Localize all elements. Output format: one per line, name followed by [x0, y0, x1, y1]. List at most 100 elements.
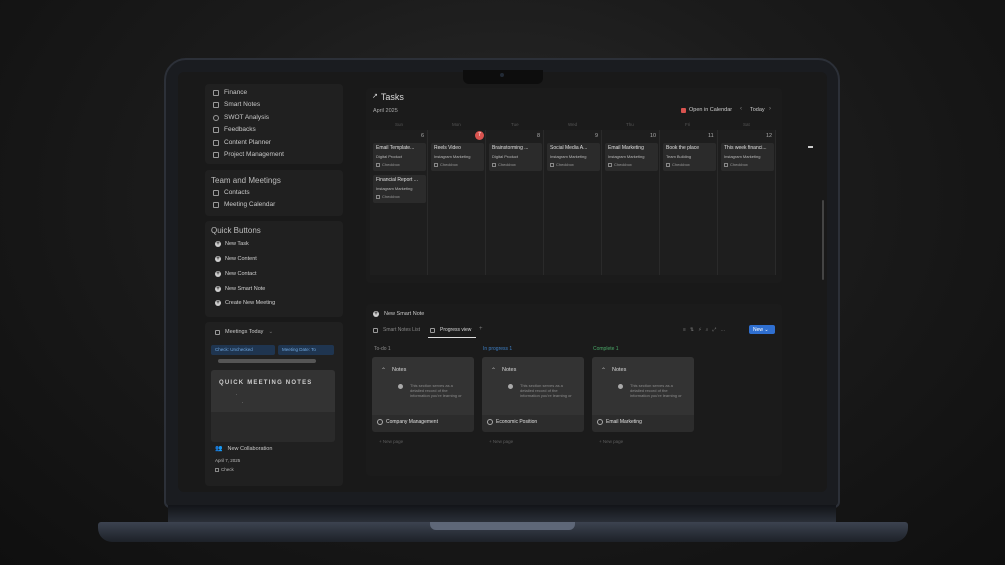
day-number: 12 — [766, 133, 773, 139]
kanban-card[interactable]: ⌃ Notes This section serves as a detaile… — [482, 357, 584, 432]
calendar-event[interactable]: Book the place Team Building Checkbox — [663, 143, 716, 171]
column-label: Complete — [593, 346, 615, 352]
chevron-right-icon[interactable]: › — [769, 106, 771, 112]
add-view-icon[interactable]: + — [479, 326, 483, 332]
event-checkbox[interactable]: Checkbox — [724, 162, 771, 167]
column-count: 1 — [615, 346, 619, 352]
new-task-button[interactable]: + New Task — [215, 241, 249, 247]
event-title: Reels Video — [434, 145, 461, 151]
kanban-card[interactable]: ⌃ Notes This section serves as a detaile… — [592, 357, 694, 432]
tab-label: Progress view — [440, 327, 472, 333]
open-in-calendar-button[interactable]: Open in Calendar — [681, 107, 732, 113]
card-title: Economic Position — [496, 419, 538, 425]
button-label: New Smart Note — [225, 286, 266, 292]
outline-marker — [808, 146, 813, 148]
event-checkbox[interactable]: Checkbox — [550, 162, 597, 167]
sidebar-item-finance[interactable]: Finance — [213, 89, 247, 96]
view-label: Meetings Today — [225, 329, 264, 335]
column-complete-header: Complete 1 — [593, 346, 619, 352]
event-title: Brainstorming ... — [492, 145, 529, 151]
calendar-event[interactable]: Email Template... Digital Product Checkb… — [373, 143, 426, 171]
sidebar-item-contacts[interactable]: Contacts — [213, 189, 250, 196]
plus-icon: + — [215, 300, 221, 306]
note-bullet: . — [236, 391, 238, 397]
calendar-event[interactable]: Brainstorming ... Digital Product Checkb… — [489, 143, 542, 171]
page-scrollbar[interactable] — [822, 200, 824, 280]
new-smart-note-link[interactable]: + New Smart Note — [373, 311, 424, 317]
meeting-item-title[interactable]: 👥 New Collaboration — [215, 445, 273, 453]
event-checkbox[interactable]: Checkbox — [666, 162, 713, 167]
calendar-event[interactable]: Financial Report ... Instagram Marketing… — [373, 175, 426, 203]
event-tag: Instagram Marketing — [608, 154, 645, 159]
page-icon — [377, 419, 383, 425]
meeting-title-text: New Collaboration — [227, 445, 273, 452]
checkbox-label: Checkbox — [672, 162, 690, 167]
scrollbar[interactable] — [218, 359, 316, 363]
calendar-event[interactable]: Social Media A... Instagram Marketing Ch… — [547, 143, 600, 171]
chevron-up-icon: ⌃ — [491, 368, 497, 374]
laptop-hinge — [168, 505, 836, 522]
sidebar-item-label: Feedbacks — [224, 126, 256, 133]
new-entry-button[interactable]: New ⌄ — [749, 325, 775, 334]
event-checkbox[interactable]: Checkbox — [434, 162, 481, 167]
new-page-button[interactable]: + New page — [489, 439, 513, 444]
today-button[interactable]: Today — [750, 107, 765, 113]
day-number: 11 — [708, 133, 714, 139]
checkbox-icon — [492, 162, 496, 167]
card-title: Company Management — [386, 419, 438, 425]
create-new-meeting-button[interactable]: + Create New Meeting — [215, 300, 275, 306]
day-number: 6 — [421, 133, 425, 139]
new-content-button[interactable]: + New Content — [215, 256, 257, 262]
new-contact-button[interactable]: + New Contact — [215, 271, 257, 277]
arrow-link-icon: ↗ — [372, 93, 378, 100]
calendar-event[interactable]: Email Marketing Instagram Marketing Chec… — [605, 143, 658, 171]
chevron-left-icon[interactable]: ‹ — [740, 106, 742, 112]
event-checkbox[interactable]: Checkbox — [376, 162, 423, 167]
event-checkbox[interactable]: Checkbox — [492, 162, 539, 167]
filter-date-chip[interactable]: Meeting Date: To — [278, 345, 334, 355]
weekday-label: Wed — [568, 122, 578, 127]
kanban-card[interactable]: ⌃ Notes This section serves as a detaile… — [372, 357, 474, 432]
note-bullet: . — [242, 399, 244, 405]
sidebar-item-smart-notes[interactable]: Smart Notes — [213, 101, 260, 108]
info-icon — [508, 384, 513, 389]
sidebar-item-project-management[interactable]: Project Management — [213, 151, 284, 158]
view-toolbar-icons[interactable]: ≡⇅⚡⌕⤢… — [683, 327, 729, 333]
list-icon — [213, 151, 219, 158]
new-page-button[interactable]: + New page — [379, 439, 403, 444]
column-count: 1 — [387, 346, 391, 352]
meeting-checkbox[interactable]: Check — [215, 467, 234, 472]
tab-progress-view[interactable]: Progress view — [430, 327, 471, 333]
event-checkbox[interactable]: Checkbox — [376, 194, 423, 199]
sidebar-item-content-planner[interactable]: Content Planner — [213, 139, 271, 146]
calendar-event[interactable]: Reels Video Instagram Marketing Checkbox — [431, 143, 484, 171]
column-label: To-do — [374, 346, 387, 352]
weekday-label: Sun — [395, 122, 404, 127]
new-smart-note-button[interactable]: + New Smart Note — [215, 286, 265, 292]
column-in-progress-header: In progress 1 — [483, 346, 512, 352]
sidebar-item-swot[interactable]: SWOT Analysis — [213, 114, 269, 121]
laptop-groove — [430, 522, 575, 530]
checkbox-label: Checkbox — [440, 162, 458, 167]
meeting-card-cover — [211, 370, 335, 412]
event-tag: Instagram Marketing — [724, 154, 761, 159]
list-icon — [213, 126, 219, 133]
new-page-button[interactable]: + New page — [599, 439, 623, 444]
filter-check-chip[interactable]: Check: Unchecked — [211, 345, 275, 355]
plus-icon: + — [215, 241, 221, 247]
tab-label: Smart Notes List — [383, 327, 420, 333]
button-label: New page — [382, 439, 404, 444]
quick-meeting-notes-title: QUICK MEETING NOTES — [219, 380, 313, 386]
event-checkbox[interactable]: Checkbox — [608, 162, 655, 167]
tab-smart-notes-list[interactable]: Smart Notes List — [373, 327, 420, 333]
info-icon — [618, 384, 623, 389]
tasks-heading[interactable]: ↗ Tasks — [372, 92, 404, 102]
people-icon: 👥 — [215, 446, 223, 452]
event-tag: Instagram Marketing — [550, 154, 587, 159]
month-label: April 2025 — [373, 108, 398, 114]
checkbox-icon — [666, 162, 670, 167]
meetings-today-view[interactable]: Meetings Today ⌄ — [215, 329, 273, 335]
calendar-event[interactable]: This week financi... Instagram Marketing… — [721, 143, 774, 171]
sidebar-item-meeting-calendar[interactable]: Meeting Calendar — [213, 201, 275, 208]
sidebar-item-feedbacks[interactable]: Feedbacks — [213, 126, 256, 133]
